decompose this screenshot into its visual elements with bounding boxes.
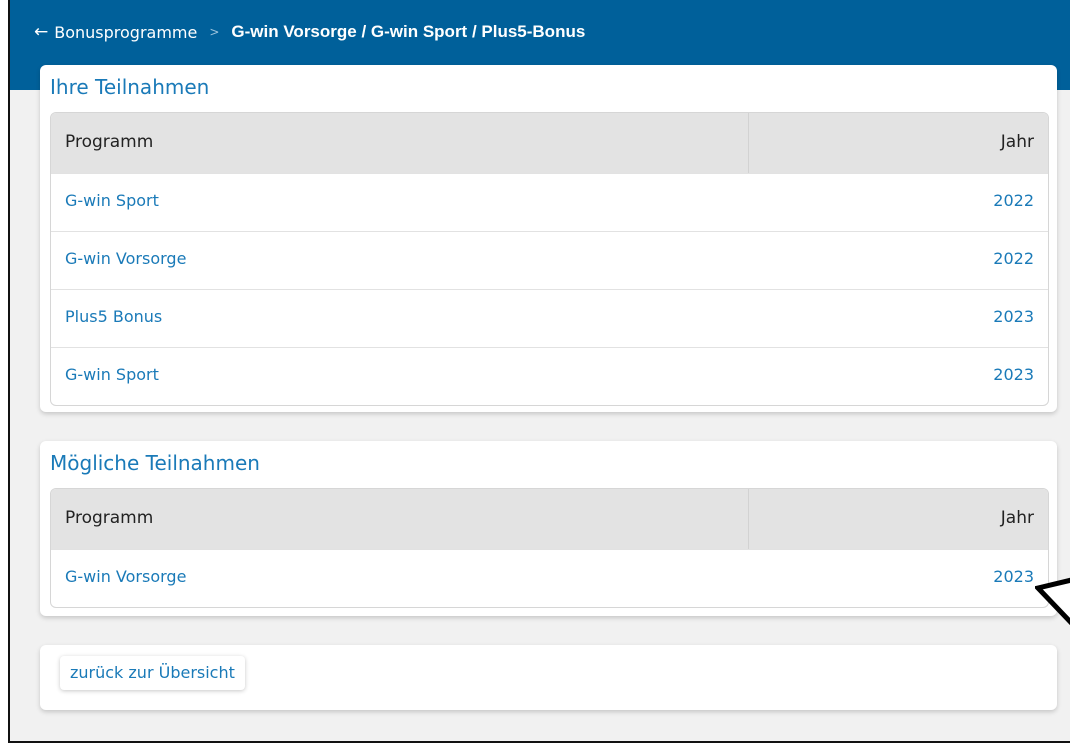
mouse-pointer-icon: [1035, 577, 1070, 626]
program-link[interactable]: G-win Sport: [65, 191, 159, 210]
back-arrow-icon[interactable]: ←: [34, 23, 48, 41]
moegliche-teilnahmen-table: Programm Jahr G-win Vorsorge 2023: [50, 488, 1049, 608]
table-row[interactable]: Plus5 Bonus 2023: [51, 289, 1048, 347]
app-frame: ← Bonusprogramme > G-win Vorsorge / G-wi…: [8, 0, 1070, 743]
year-cell: 2023: [993, 307, 1034, 326]
program-link[interactable]: G-win Sport: [65, 365, 159, 384]
ihre-teilnahmen-card: Ihre Teilnahmen Programm Jahr G-win Spor…: [40, 65, 1057, 412]
column-header-programm[interactable]: Programm: [65, 508, 153, 528]
table-row[interactable]: G-win Vorsorge 2023: [51, 549, 1048, 607]
breadcrumb-parent-link[interactable]: Bonusprogramme: [54, 23, 197, 42]
breadcrumb-separator: >: [209, 25, 220, 39]
column-header-jahr[interactable]: Jahr: [1001, 508, 1034, 528]
program-link[interactable]: G-win Vorsorge: [65, 567, 186, 586]
column-header-programm[interactable]: Programm: [65, 132, 153, 152]
column-divider: [748, 489, 749, 549]
footer-card: zurück zur Übersicht: [40, 645, 1057, 710]
table-header: Programm Jahr: [51, 489, 1048, 549]
breadcrumb: ← Bonusprogramme > G-win Vorsorge / G-wi…: [34, 20, 585, 44]
table-row[interactable]: G-win Sport 2023: [51, 347, 1048, 405]
moegliche-teilnahmen-card: Mögliche Teilnahmen Programm Jahr G-win …: [40, 441, 1057, 616]
ihre-teilnahmen-table: Programm Jahr G-win Sport 2022 G-win Vor…: [50, 112, 1049, 406]
year-cell: 2023: [993, 365, 1034, 384]
table-row[interactable]: G-win Vorsorge 2022: [51, 231, 1048, 289]
column-header-jahr[interactable]: Jahr: [1001, 132, 1034, 152]
back-to-overview-button[interactable]: zurück zur Übersicht: [60, 656, 245, 690]
column-divider: [748, 113, 749, 173]
program-link[interactable]: Plus5 Bonus: [65, 307, 162, 326]
program-link[interactable]: G-win Vorsorge: [65, 249, 186, 268]
year-cell: 2023: [993, 567, 1034, 586]
ihre-teilnahmen-title: Ihre Teilnahmen: [50, 75, 210, 99]
year-cell: 2022: [993, 191, 1034, 210]
year-cell: 2022: [993, 249, 1034, 268]
moegliche-teilnahmen-title: Mögliche Teilnahmen: [50, 451, 260, 475]
breadcrumb-current: G-win Vorsorge / G-win Sport / Plus5-Bon…: [231, 22, 586, 41]
table-header: Programm Jahr: [51, 113, 1048, 173]
table-row[interactable]: G-win Sport 2022: [51, 173, 1048, 231]
